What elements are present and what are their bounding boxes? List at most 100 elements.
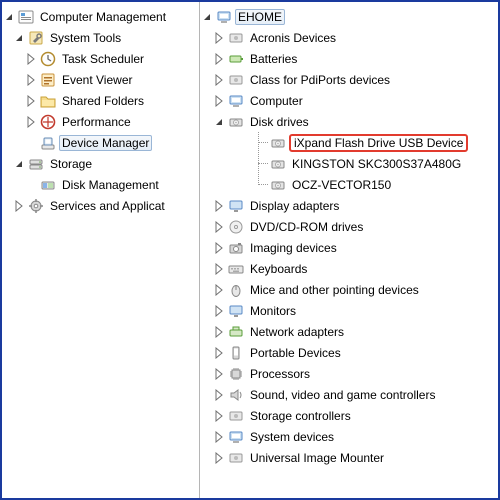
device-category-system-devices[interactable]: System devices	[202, 426, 498, 447]
device-label: Class for PdiPorts devices	[247, 72, 393, 88]
disk-management-icon	[40, 177, 56, 193]
tree-label: Device Manager	[59, 135, 152, 151]
tree-item-services[interactable]: Services and Applicat	[4, 195, 199, 216]
chevron-right-icon[interactable]	[26, 116, 38, 128]
chevron-right-icon[interactable]	[214, 95, 226, 107]
device-category-keyboards[interactable]: Keyboards	[202, 258, 498, 279]
disk-icon	[228, 114, 244, 130]
device-category-network[interactable]: Network adapters	[202, 321, 498, 342]
device-root[interactable]: EHOME	[202, 6, 498, 27]
tree-item-device-manager[interactable]: Device Manager	[4, 132, 199, 153]
tree-item-storage[interactable]: Storage	[4, 153, 199, 174]
device-category-display[interactable]: Display adapters	[202, 195, 498, 216]
tree-label: Computer Management	[37, 9, 169, 25]
device-label: Mice and other pointing devices	[247, 282, 422, 298]
chevron-down-icon[interactable]	[214, 116, 226, 128]
chevron-down-icon[interactable]	[4, 11, 16, 23]
tree-item-event-viewer[interactable]: Event Viewer	[4, 69, 199, 90]
chevron-right-icon[interactable]	[214, 242, 226, 254]
chevron-right-icon[interactable]	[214, 200, 226, 212]
chevron-right-icon[interactable]	[214, 389, 226, 401]
left-tree: Computer Management System Tools Task Sc…	[2, 2, 200, 498]
storage-icon	[28, 156, 44, 172]
chevron-right-icon[interactable]	[214, 431, 226, 443]
device-category-monitors[interactable]: Monitors	[202, 300, 498, 321]
gear-icon	[28, 198, 44, 214]
storage-controller-icon	[228, 408, 244, 424]
device-category-processors[interactable]: Processors	[202, 363, 498, 384]
computer-icon	[228, 429, 244, 445]
clock-icon	[40, 51, 56, 67]
chevron-down-icon[interactable]	[14, 158, 26, 170]
tree-item-task-scheduler[interactable]: Task Scheduler	[4, 48, 199, 69]
battery-icon	[228, 51, 244, 67]
network-icon	[228, 324, 244, 340]
device-category-batteries[interactable]: Batteries	[202, 48, 498, 69]
chevron-right-icon[interactable]	[214, 326, 226, 338]
device-category-computer[interactable]: Computer	[202, 90, 498, 111]
device-category-sound[interactable]: Sound, video and game controllers	[202, 384, 498, 405]
device-category-storage-controllers[interactable]: Storage controllers	[202, 405, 498, 426]
chevron-right-icon[interactable]	[214, 368, 226, 380]
chevron-right-icon[interactable]	[26, 95, 38, 107]
computer-icon	[228, 93, 244, 109]
chevron-right-icon[interactable]	[214, 347, 226, 359]
chevron-down-icon[interactable]	[14, 32, 26, 44]
device-label: OCZ-VECTOR150	[289, 177, 394, 193]
device-tree: EHOME Acronis Devices Batteries Class fo…	[200, 2, 498, 498]
portable-device-icon	[228, 345, 244, 361]
mmc-icon	[18, 9, 34, 25]
computer-icon	[216, 9, 232, 25]
camera-icon	[228, 240, 244, 256]
device-category-mice[interactable]: Mice and other pointing devices	[202, 279, 498, 300]
chevron-right-icon[interactable]	[214, 53, 226, 65]
chevron-right-icon[interactable]	[214, 305, 226, 317]
mouse-icon	[228, 282, 244, 298]
device-label: Sound, video and game controllers	[247, 387, 438, 403]
tree-item-root[interactable]: Computer Management	[4, 6, 199, 27]
tree-label: Disk Management	[59, 177, 162, 193]
device-category-pdiports[interactable]: Class for PdiPorts devices	[202, 69, 498, 90]
device-label: Acronis Devices	[247, 30, 339, 46]
device-category-dvd[interactable]: DVD/CD-ROM drives	[202, 216, 498, 237]
chevron-right-icon[interactable]	[214, 284, 226, 296]
chevron-right-icon[interactable]	[214, 221, 226, 233]
device-label: Universal Image Mounter	[247, 450, 387, 466]
tree-item-performance[interactable]: Performance	[4, 111, 199, 132]
chevron-right-icon[interactable]	[214, 410, 226, 422]
generic-device-icon	[228, 450, 244, 466]
chevron-right-icon[interactable]	[214, 263, 226, 275]
disk-icon	[270, 135, 286, 151]
chevron-right-icon[interactable]	[214, 452, 226, 464]
chevron-right-icon[interactable]	[26, 74, 38, 86]
tree-item-shared-folders[interactable]: Shared Folders	[4, 90, 199, 111]
device-category-disk-drives[interactable]: Disk drives	[202, 111, 498, 132]
chevron-right-icon[interactable]	[214, 32, 226, 44]
wrench-icon	[28, 30, 44, 46]
device-label: Disk drives	[247, 114, 312, 130]
cpu-icon	[228, 366, 244, 382]
device-item-ixpand[interactable]: iXpand Flash Drive USB Device	[252, 132, 498, 153]
display-icon	[228, 303, 244, 319]
disk-icon	[270, 156, 286, 172]
device-label: DVD/CD-ROM drives	[247, 219, 366, 235]
device-category-acronis[interactable]: Acronis Devices	[202, 27, 498, 48]
performance-icon	[40, 114, 56, 130]
device-label: Keyboards	[247, 261, 310, 277]
device-label: KINGSTON SKC300S37A480G	[289, 156, 464, 172]
tree-item-disk-management[interactable]: Disk Management	[4, 174, 199, 195]
device-category-uim[interactable]: Universal Image Mounter	[202, 447, 498, 468]
chevron-down-icon[interactable]	[202, 11, 214, 23]
display-icon	[228, 198, 244, 214]
tree-label: Performance	[59, 114, 134, 130]
tree-label: Task Scheduler	[59, 51, 147, 67]
device-label: iXpand Flash Drive USB Device	[289, 134, 468, 152]
device-category-portable[interactable]: Portable Devices	[202, 342, 498, 363]
chevron-right-icon[interactable]	[214, 74, 226, 86]
chevron-right-icon[interactable]	[26, 53, 38, 65]
device-category-imaging[interactable]: Imaging devices	[202, 237, 498, 258]
device-item-kingston[interactable]: KINGSTON SKC300S37A480G	[252, 153, 498, 174]
chevron-right-icon[interactable]	[14, 200, 26, 212]
tree-item-system-tools[interactable]: System Tools	[4, 27, 199, 48]
device-item-ocz[interactable]: OCZ-VECTOR150	[252, 174, 498, 195]
